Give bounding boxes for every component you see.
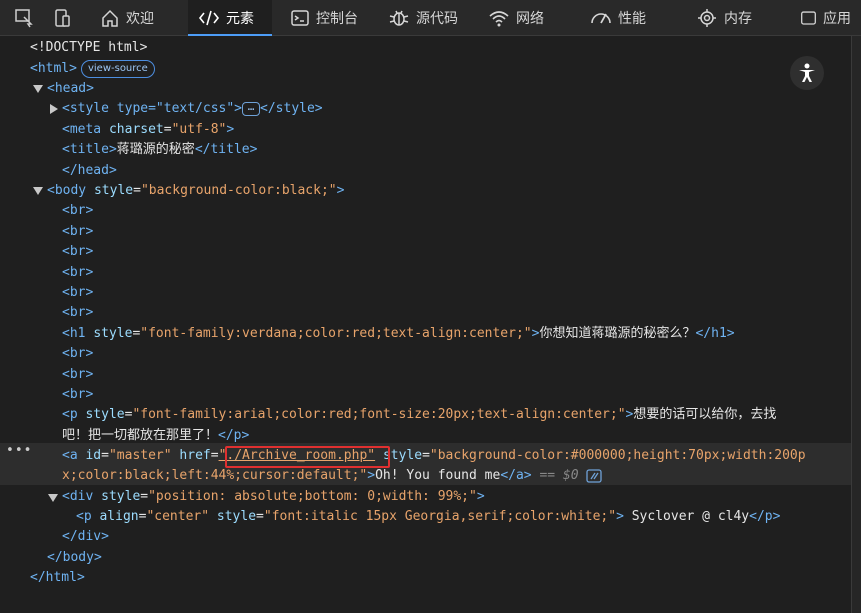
- dom-node-br[interactable]: <br>: [62, 303, 93, 323]
- collapse-body-icon[interactable]: [33, 187, 43, 195]
- tab-performance-label: 性能: [618, 10, 646, 27]
- href-highlight-box: [225, 446, 390, 468]
- node-actions-menu[interactable]: •••: [6, 443, 32, 458]
- accessibility-person-icon: [799, 63, 815, 82]
- dom-node-div-close: </div>: [62, 529, 109, 544]
- dom-node-br[interactable]: <br>: [62, 263, 93, 283]
- tab-memory-label: 内存: [724, 10, 752, 27]
- dom-node-br[interactable]: <br>: [62, 201, 93, 221]
- tab-elements-label: 元素: [226, 10, 254, 27]
- tab-network[interactable]: 网络: [478, 0, 574, 35]
- home-icon: [102, 9, 118, 27]
- dom-node-h1[interactable]: <h1 style="font-family:verdana;color:red…: [62, 324, 735, 344]
- dom-node-meta[interactable]: <meta charset="utf-8">: [62, 120, 234, 140]
- bug-icon: [389, 10, 409, 26]
- tab-sources[interactable]: 源代码: [378, 0, 480, 35]
- dom-node-a-selected[interactable]: <a id="master" href="./Archive_room.php"…: [62, 446, 806, 466]
- tab-elements[interactable]: 元素: [188, 0, 272, 36]
- expand-style-icon[interactable]: [50, 104, 58, 114]
- tab-memory[interactable]: 内存: [686, 0, 782, 35]
- dom-node-br[interactable]: <br>: [62, 344, 93, 364]
- tab-console[interactable]: 控制台: [280, 0, 376, 35]
- code-tag-icon: [198, 10, 220, 25]
- accessibility-button[interactable]: [790, 56, 824, 90]
- dom-node-br[interactable]: <br>: [62, 242, 93, 262]
- view-source-badge[interactable]: view-source: [80, 59, 155, 78]
- collapsed-content-ellipsis[interactable]: …: [242, 101, 261, 116]
- app-icon: [801, 10, 816, 25]
- dom-node-p2[interactable]: <p align="center" style="font:italic 15p…: [76, 507, 780, 527]
- tab-application-label: 应用: [823, 10, 851, 27]
- tab-welcome[interactable]: 欢迎: [90, 0, 180, 35]
- dom-node-a-cont: x;color:black;left:44%;cursor:default;">…: [62, 466, 603, 486]
- selected-node-marker: == $0: [539, 468, 579, 483]
- dom-node-title[interactable]: <title>蒋璐源的秘密</title>: [62, 140, 257, 160]
- dom-node-doctype[interactable]: <!DOCTYPE html>: [30, 38, 147, 58]
- devtools-toolbar: 欢迎 元素 控制台 源代码 网络 性能 内存 应用: [0, 0, 861, 36]
- tab-console-label: 控制台: [316, 10, 358, 27]
- dom-node-br[interactable]: <br>: [62, 365, 93, 385]
- dom-node-style[interactable]: <style type="text/css">… </style>: [62, 99, 323, 119]
- dom-node-div[interactable]: <div style="position: absolute;bottom: 0…: [62, 487, 485, 507]
- dom-node-body[interactable]: <body style="background-color:black;">: [47, 181, 344, 201]
- inspect-element-button[interactable]: [8, 0, 40, 35]
- tab-sources-label: 源代码: [416, 10, 458, 27]
- dom-node-p[interactable]: <p style="font-family:arial;color:red;fo…: [62, 405, 776, 425]
- dom-node-p-cont: 吧！把一切都放在那里了！</p>: [62, 428, 250, 443]
- console-icon: [291, 9, 309, 26]
- styles-pane-edge[interactable]: [851, 36, 861, 613]
- tab-performance[interactable]: 性能: [580, 0, 676, 35]
- tab-welcome-label: 欢迎: [126, 10, 154, 27]
- collapse-head-icon[interactable]: [33, 85, 43, 93]
- gauge-icon: [591, 12, 611, 23]
- dom-node-head-close: </head>: [62, 163, 117, 178]
- chip-icon: [698, 8, 716, 27]
- dom-node-html[interactable]: <html> view-source: [30, 59, 155, 79]
- wifi-icon: [489, 10, 509, 26]
- dom-node-br[interactable]: <br>: [62, 385, 93, 405]
- dom-node-br[interactable]: <br>: [62, 222, 93, 242]
- device-icon: [55, 8, 70, 27]
- inspect-icon: [15, 8, 33, 27]
- device-emulation-button[interactable]: [46, 0, 78, 35]
- collapse-div-icon[interactable]: [48, 494, 58, 502]
- dom-node-html-close: </html>: [30, 570, 85, 585]
- dom-node-body-close: </body>: [47, 550, 102, 565]
- accessibility-tree-icon[interactable]: [586, 468, 603, 483]
- dom-node-head[interactable]: <head>: [47, 79, 94, 99]
- elements-dom-tree: <!DOCTYPE html> <html> view-source <head>…: [0, 36, 851, 613]
- tab-application[interactable]: 应用: [790, 0, 861, 35]
- tab-network-label: 网络: [516, 10, 544, 27]
- dom-node-br[interactable]: <br>: [62, 283, 93, 303]
